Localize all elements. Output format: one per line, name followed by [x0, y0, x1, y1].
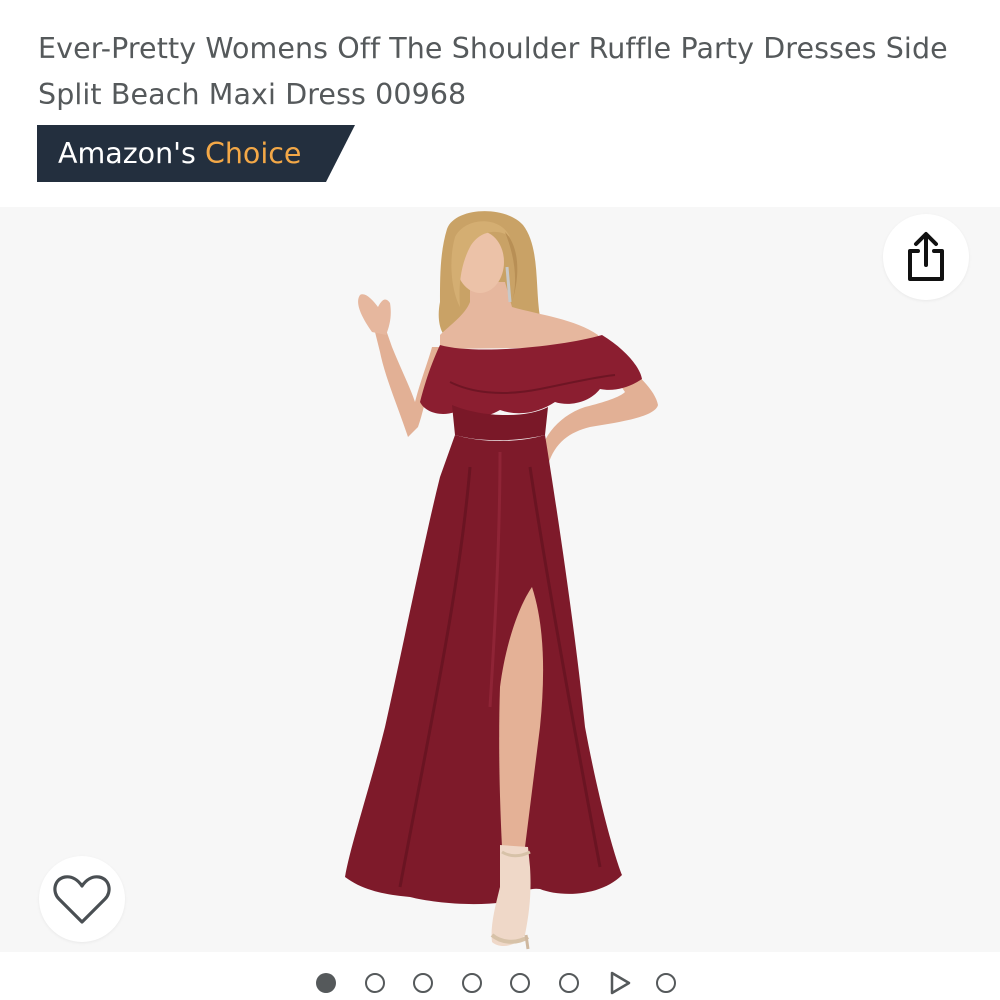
- carousel-dot[interactable]: [365, 973, 385, 993]
- heart-outline-icon: [53, 875, 111, 924]
- carousel-dot[interactable]: [413, 973, 433, 993]
- product-title: Ever-Pretty Womens Off The Shoulder Ruff…: [38, 32, 948, 111]
- carousel-dot-active[interactable]: [316, 973, 336, 993]
- badge-highlight: Choice: [204, 137, 302, 170]
- share-button[interactable]: [883, 214, 969, 300]
- wishlist-button[interactable]: [39, 856, 125, 942]
- carousel-dot[interactable]: [656, 973, 676, 993]
- carousel-indicators: [316, 970, 696, 1000]
- carousel-dot[interactable]: [462, 973, 482, 993]
- share-icon: [908, 232, 944, 281]
- carousel-dot[interactable]: [510, 973, 530, 993]
- badge-label: Amazon's Choice: [58, 125, 301, 182]
- carousel-dot[interactable]: [559, 973, 579, 993]
- carousel-video-indicator[interactable]: [608, 971, 632, 995]
- product-page: Ever-Pretty Womens Off The Shoulder Ruff…: [0, 0, 1000, 1000]
- badge-prefix: Amazon's: [58, 137, 196, 170]
- product-image-gallery[interactable]: [0, 207, 1000, 952]
- amazons-choice-badge[interactable]: Amazon's Choice: [37, 125, 355, 182]
- play-icon: [610, 971, 631, 995]
- product-image[interactable]: [0, 207, 1000, 952]
